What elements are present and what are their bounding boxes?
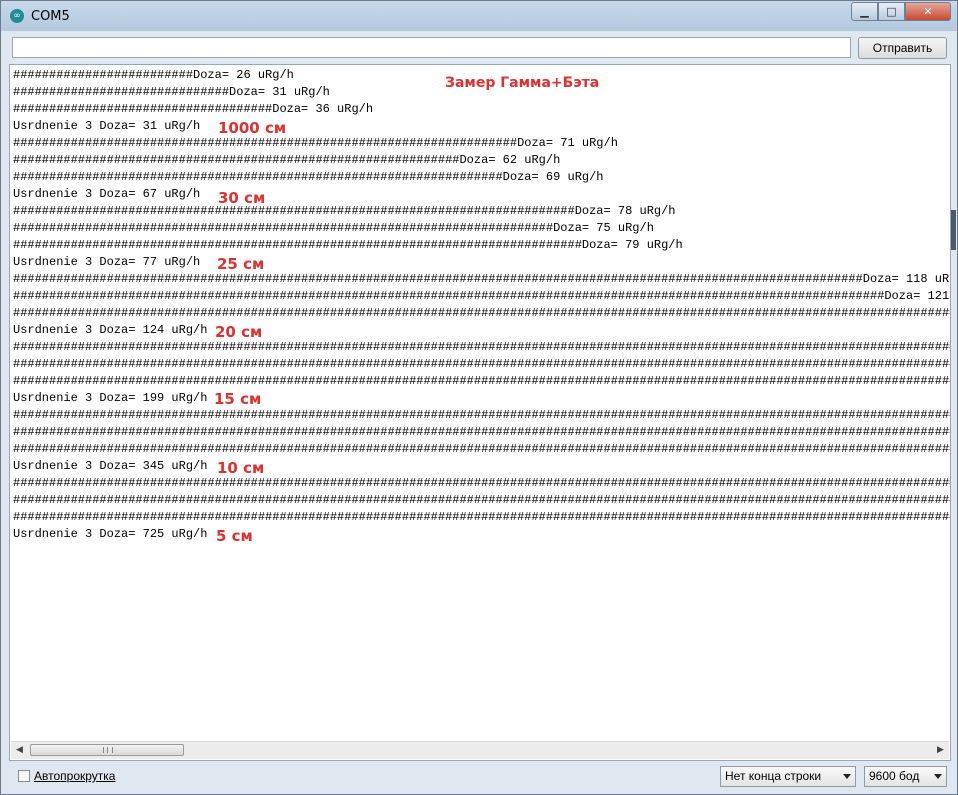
annotation-title: Замер Гамма+Бэта [445,75,600,91]
annotation-20cm: 20 см [215,323,263,341]
serial-line: Usrdnenie 3 Doza= 77 uRg/h [13,255,201,269]
autoscroll-label[interactable]: Автопрокрутка [34,769,115,783]
serial-line: ########################################… [13,425,951,439]
annotation-30cm: 30 см [218,189,266,207]
annotation-5cm: 5 см [216,527,253,545]
window-title: COM5 [31,9,70,24]
serial-monitor-window: ∞ COM5 ▁ □ ✕ Отправить #################… [0,0,958,795]
annotation-1000cm: 1000 см [218,119,287,137]
annotation-25cm: 25 см [217,255,265,273]
serial-line: ########################################… [13,408,951,422]
baud-rate-select[interactable]: 9600 бод [864,766,947,787]
window-controls: ▁ □ ✕ [851,2,951,22]
status-bar: Автопрокрутка Нет конца строки 9600 бод [9,765,951,789]
close-button[interactable]: ✕ [905,2,951,21]
minimize-button[interactable]: ▁ [851,2,878,21]
serial-line: Usrdnenie 3 Doza= 345 uRg/h [13,459,208,473]
minimize-icon: ▁ [860,5,869,18]
serial-line: ########################################… [13,221,654,235]
scroll-left-arrow-icon[interactable]: ◀ [11,742,28,759]
send-button[interactable]: Отправить [858,37,947,59]
maximize-icon: □ [886,5,897,18]
serial-line: Usrdnenie 3 Doza= 725 uRg/h [13,527,208,541]
serial-line: Usrdnenie 3 Doza= 67 uRg/h [13,187,201,201]
grip-icon [103,747,113,753]
annotation-10cm: 10 см [217,459,265,477]
chevron-down-icon [843,774,851,779]
serial-line: ########################################… [13,357,951,371]
serial-line: ##############################Doza= 31 u… [13,85,330,99]
serial-line: ########################################… [13,340,951,354]
scrollbar-thumb[interactable] [30,744,184,756]
annotation-15cm: 15 см [214,390,262,408]
serial-line: ########################################… [13,442,951,456]
serial-input[interactable] [12,37,851,58]
autoscroll-checkbox[interactable] [18,770,30,782]
baud-rate-value: 9600 бод [869,769,920,783]
arduino-icon: ∞ [10,9,24,23]
serial-line: ########################################… [13,476,951,490]
serial-line: ########################################… [13,170,604,184]
maximize-button[interactable]: □ [878,2,905,21]
serial-line: ########################################… [13,493,951,507]
serial-line: Usrdnenie 3 Doza= 31 uRg/h [13,119,201,133]
serial-line: ####################################Doza… [13,102,374,116]
serial-line: ########################################… [13,238,683,252]
serial-line: ########################################… [13,204,676,218]
line-ending-value: Нет конца строки [725,769,822,783]
serial-line: ########################################… [13,306,951,320]
send-row: Отправить [9,36,951,60]
serial-line: ########################################… [13,510,951,524]
scroll-right-arrow-icon[interactable]: ▶ [932,742,949,759]
serial-line: ########################################… [13,374,951,388]
serial-line: ########################################… [13,272,951,286]
close-icon: ✕ [923,5,933,18]
horizontal-scrollbar[interactable]: ◀ ▶ [11,741,949,759]
serial-line: ########################################… [13,136,618,150]
title-bar[interactable]: ∞ COM5 ▁ □ ✕ [1,1,957,31]
chevron-down-icon [934,774,942,779]
serial-line: ########################################… [13,153,561,167]
serial-line: Usrdnenie 3 Doza= 124 uRg/h [13,323,208,337]
line-ending-select[interactable]: Нет конца строки [720,766,856,787]
background-edge [951,210,956,250]
serial-line: ########################################… [13,289,951,303]
serial-line: Usrdnenie 3 Doza= 199 uRg/h [13,391,208,405]
serial-output[interactable]: #########################Doza= 26 uRg/h #… [9,64,951,761]
serial-line: #########################Doza= 26 uRg/h [13,68,294,82]
